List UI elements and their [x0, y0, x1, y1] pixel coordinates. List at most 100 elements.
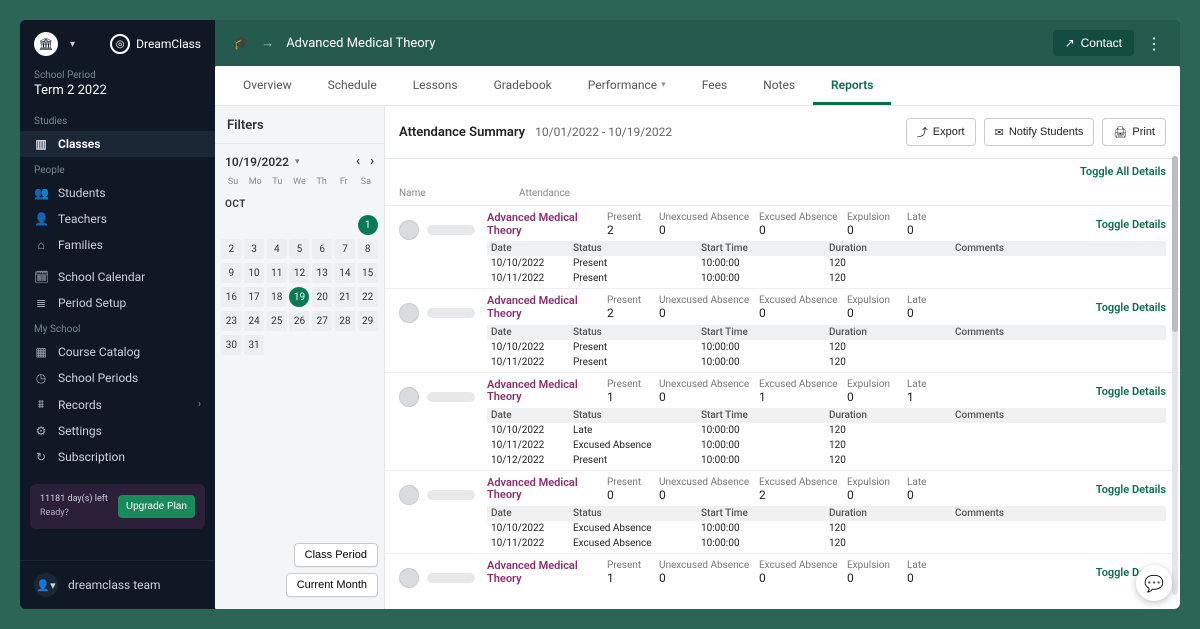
current-month-button[interactable]: Current Month [286, 573, 378, 597]
prev-month[interactable]: ‹ [356, 154, 360, 169]
students-icon: 👥 [34, 186, 48, 200]
toggle-details[interactable]: Toggle Details [1096, 483, 1166, 496]
calendar-day[interactable]: 19 [289, 287, 309, 307]
sidebar-item-period-setup[interactable]: ≣Period Setup [20, 290, 215, 316]
calendar-day[interactable]: 1 [358, 215, 378, 235]
filters-panel: Filters 10/19/2022 ▾ ‹ › SuMoTuWeThFrSa … [215, 106, 385, 609]
report-rows: Advanced Medical TheoryPresent2Unexcused… [385, 205, 1180, 609]
tab-reports[interactable]: Reports [813, 66, 891, 105]
toggle-details[interactable]: Toggle Details [1096, 385, 1166, 398]
section-people: People [20, 157, 215, 180]
kebab-menu[interactable]: ⋮ [1146, 34, 1162, 53]
calendar-day[interactable]: 30 [221, 335, 241, 355]
calendar-day[interactable]: 3 [244, 239, 264, 259]
student-name-placeholder [427, 573, 475, 583]
tab-lessons[interactable]: Lessons [395, 66, 476, 105]
contact-button[interactable]: ↗Contact [1053, 30, 1134, 56]
detail-row: 10/11/2022Present10:00:00120 [487, 271, 1166, 286]
subject-link[interactable]: Advanced Medical Theory [487, 560, 607, 585]
filter-date[interactable]: 10/19/2022 [225, 155, 289, 169]
calendar-day[interactable]: 4 [267, 239, 287, 259]
sidebar-item-students[interactable]: 👥Students [20, 180, 215, 206]
class-period-button[interactable]: Class Period [294, 543, 378, 567]
tab-gradebook[interactable]: Gradebook [476, 66, 570, 105]
avatar [399, 387, 419, 407]
subject-link[interactable]: Advanced Medical Theory [487, 477, 607, 502]
scrollbar[interactable] [1172, 156, 1178, 595]
print-button[interactable]: 🖨Print [1102, 118, 1166, 146]
calendar-day[interactable]: 2 [221, 239, 241, 259]
tab-schedule[interactable]: Schedule [310, 66, 395, 105]
export-icon: ⤴ [917, 124, 928, 140]
calendar-day[interactable]: 12 [289, 263, 309, 283]
calendar-day[interactable]: 6 [312, 239, 332, 259]
calendar-day[interactable]: 17 [244, 287, 264, 307]
toggle-details[interactable]: Toggle Details [1096, 218, 1166, 231]
school-switcher[interactable]: 🏛 [34, 32, 58, 56]
calendar-day[interactable]: 28 [335, 311, 355, 331]
next-month[interactable]: › [370, 154, 374, 169]
filters-title: Filters [215, 106, 384, 144]
families-icon: ⌂ [34, 238, 48, 252]
calendar-day[interactable]: 11 [267, 263, 287, 283]
calendar-day[interactable]: 31 [244, 335, 264, 355]
toggle-details[interactable]: Toggle Details [1096, 301, 1166, 314]
calendar-day[interactable]: 20 [312, 287, 332, 307]
calendar-day[interactable]: 18 [267, 287, 287, 307]
tab-fees[interactable]: Fees [684, 66, 745, 105]
notify-button[interactable]: ✉Notify Students [984, 118, 1095, 146]
export-button[interactable]: ⤴Export [906, 118, 976, 146]
avatar [399, 303, 419, 323]
calendar-day[interactable]: 7 [335, 239, 355, 259]
sidebar-item-subscription[interactable]: ↻Subscription [20, 444, 215, 470]
calendar-day[interactable]: 25 [267, 311, 287, 331]
calendar-day[interactable]: 13 [312, 263, 332, 283]
chevron-down-icon[interactable]: ▾ [295, 157, 300, 167]
chat-fab[interactable]: 💬 [1136, 565, 1172, 601]
calendar-day[interactable]: 15 [358, 263, 378, 283]
calendar-day[interactable]: 10 [244, 263, 264, 283]
user-menu[interactable]: 👤▾ dreamclass team [20, 560, 215, 609]
detail-row: 10/11/2022Present10:00:00120 [487, 355, 1166, 370]
subject-link[interactable]: Advanced Medical Theory [487, 295, 607, 320]
student-row: Advanced Medical TheoryPresent0Unexcused… [385, 470, 1180, 553]
calendar-day[interactable]: 16 [221, 287, 241, 307]
subject-link[interactable]: Advanced Medical Theory [487, 212, 607, 237]
student-row: Advanced Medical TheoryPresent1Unexcused… [385, 553, 1180, 590]
tab-performance[interactable]: Performance▾ [570, 66, 684, 105]
calendar-day[interactable]: 26 [289, 311, 309, 331]
calendar-day[interactable]: 23 [221, 311, 241, 331]
avatar [399, 568, 419, 588]
calendar-day[interactable]: 14 [335, 263, 355, 283]
detail-row: 10/11/2022Excused Absence10:00:00120 [487, 438, 1166, 453]
sidebar-item-settings[interactable]: ⚙Settings [20, 418, 215, 444]
print-icon: 🖨 [1113, 126, 1127, 139]
calendar-day[interactable]: 24 [244, 311, 264, 331]
calendar-day[interactable]: 8 [358, 239, 378, 259]
sidebar-item-course-catalog[interactable]: ▦Course Catalog [20, 339, 215, 365]
upgrade-button[interactable]: Upgrade Plan [118, 495, 195, 518]
sidebar-item-teachers[interactable]: 👤Teachers [20, 206, 215, 232]
sidebar-item-school-periods[interactable]: ◷School Periods [20, 365, 215, 391]
subject-link[interactable]: Advanced Medical Theory [487, 379, 607, 404]
tab-notes[interactable]: Notes [745, 66, 813, 105]
sidebar-item-calendar[interactable]: 🗓School Calendar [20, 264, 215, 290]
toggle-all-details[interactable]: Toggle All Details [385, 159, 1180, 184]
period-icon: ≣ [34, 296, 48, 310]
chevron-down-icon: ▾ [70, 39, 75, 50]
sidebar: 🏛 ▾ ◎ DreamClass School Period Term 2 20… [20, 20, 215, 609]
sidebar-item-classes[interactable]: ▥Classes [20, 131, 215, 157]
tab-overview[interactable]: Overview [225, 66, 310, 105]
calendar-day[interactable]: 5 [289, 239, 309, 259]
mail-icon: ✉ [995, 126, 1004, 139]
calendar-day[interactable]: 22 [358, 287, 378, 307]
calendar-grid: 1234567891011121314151617181920212223242… [215, 214, 384, 364]
detail-row: 10/11/2022Excused Absence10:00:00120 [487, 536, 1166, 551]
calendar-day[interactable]: 21 [335, 287, 355, 307]
calendar-day[interactable]: 9 [221, 263, 241, 283]
detail-row: 10/10/2022Present10:00:00120 [487, 340, 1166, 355]
sidebar-item-records[interactable]: ⩩Records› [20, 391, 215, 418]
sidebar-item-families[interactable]: ⌂Families [20, 232, 215, 258]
calendar-day[interactable]: 29 [358, 311, 378, 331]
calendar-day[interactable]: 27 [312, 311, 332, 331]
